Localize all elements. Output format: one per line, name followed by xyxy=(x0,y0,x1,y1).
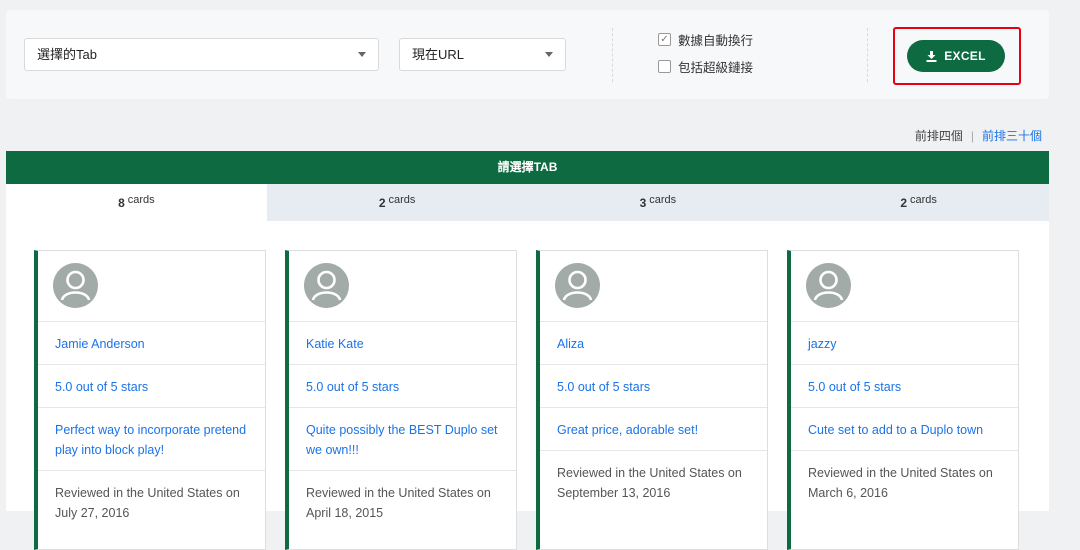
tab-2[interactable]: 2 cards xyxy=(267,184,528,221)
chevron-down-icon xyxy=(358,52,366,57)
card-grid: Jamie Anderson 5.0 out of 5 stars Perfec… xyxy=(6,221,1049,550)
first-four-link[interactable]: 前排四個 xyxy=(915,129,963,143)
excel-export-label: EXCEL xyxy=(944,49,986,63)
tab-select[interactable]: 選擇的Tab xyxy=(24,38,379,71)
tab-3[interactable]: 3 cards xyxy=(528,184,789,221)
avatar-row xyxy=(38,251,265,322)
review-card: Jamie Anderson 5.0 out of 5 stars Perfec… xyxy=(34,250,266,550)
tab-count: 8 xyxy=(118,196,125,210)
links-checkbox-row[interactable]: 包括超級鏈接 xyxy=(658,57,753,76)
avatar xyxy=(53,263,98,308)
user-icon xyxy=(60,270,91,301)
highlight-frame: EXCEL xyxy=(893,27,1021,85)
avatar xyxy=(806,263,851,308)
review-meta: Reviewed in the United States on Septemb… xyxy=(557,466,742,500)
reviewer-name[interactable]: Katie Kate xyxy=(289,322,516,365)
avatar xyxy=(304,263,349,308)
review-rating[interactable]: 5.0 out of 5 stars xyxy=(289,365,516,408)
tab-unit: cards xyxy=(388,194,416,206)
wrap-checkbox-row[interactable]: ✓ 數據自動換行 xyxy=(658,30,753,49)
avatar-row xyxy=(791,251,1018,322)
wrap-checkbox[interactable]: ✓ xyxy=(658,33,671,46)
url-select[interactable]: 現在URL xyxy=(399,38,566,71)
avatar xyxy=(555,263,600,308)
user-icon xyxy=(311,270,342,301)
excel-export-button[interactable]: EXCEL xyxy=(907,40,1005,72)
link-separator: | xyxy=(970,129,974,143)
review-rating[interactable]: 5.0 out of 5 stars xyxy=(540,365,767,408)
review-title[interactable]: Cute set to add to a Duplo town xyxy=(791,408,1018,451)
review-title[interactable]: Quite possibly the BEST Duplo set we own… xyxy=(289,408,516,471)
tab-1[interactable]: 8 cards xyxy=(6,184,267,221)
review-title[interactable]: Great price, adorable set! xyxy=(540,408,767,451)
tab-count: 2 xyxy=(378,196,386,210)
divider xyxy=(612,28,613,82)
review-meta: Reviewed in the United States on March 6… xyxy=(808,466,993,500)
tab-count: 2 xyxy=(900,196,908,210)
tab-bar: 8 cards 2 cards 3 cards 2 cards xyxy=(6,184,1049,221)
download-icon xyxy=(926,50,937,62)
chevron-down-icon xyxy=(545,52,553,57)
user-icon xyxy=(562,270,593,301)
review-meta: Reviewed in the United States on April 1… xyxy=(306,486,491,520)
tab-count: 3 xyxy=(639,196,647,210)
review-rating[interactable]: 5.0 out of 5 stars xyxy=(791,365,1018,408)
avatar-row xyxy=(540,251,767,322)
tab-band-title: 請選擇TAB xyxy=(6,151,1049,184)
reviewer-name[interactable]: jazzy xyxy=(791,322,1018,365)
review-title[interactable]: Perfect way to incorporate pretend play … xyxy=(38,408,265,471)
review-card: jazzy 5.0 out of 5 stars Cute set to add… xyxy=(787,250,1019,550)
first-thirty-link[interactable]: 前排三十個 xyxy=(982,129,1042,143)
tab-unit: cards xyxy=(910,194,937,206)
reviewer-name[interactable]: Jamie Anderson xyxy=(38,322,265,365)
reviewer-name[interactable]: Aliza xyxy=(540,322,767,365)
avatar-row xyxy=(289,251,516,322)
tab-unit: cards xyxy=(649,194,677,206)
tab-4[interactable]: 2 cards xyxy=(788,184,1049,221)
review-meta: Reviewed in the United States on July 27… xyxy=(55,486,240,520)
card-count-links: 前排四個 | 前排三十個 xyxy=(915,127,1042,144)
tab-unit: cards xyxy=(127,194,155,206)
divider xyxy=(867,28,868,82)
links-checkbox[interactable] xyxy=(658,60,671,73)
review-card: Katie Kate 5.0 out of 5 stars Quite poss… xyxy=(285,250,517,550)
tab-select-value: 選擇的Tab xyxy=(37,47,97,62)
toolbar: 選擇的Tab 現在URL ✓ 數據自動換行 包括超級鏈接 EXCEL xyxy=(6,10,1049,99)
wrap-checkbox-label: 數據自動換行 xyxy=(678,34,754,48)
review-card: Aliza 5.0 out of 5 stars Great price, ad… xyxy=(536,250,768,550)
url-select-value: 現在URL xyxy=(412,47,465,62)
links-checkbox-label: 包括超級鏈接 xyxy=(678,61,754,75)
user-icon xyxy=(813,270,844,301)
review-rating[interactable]: 5.0 out of 5 stars xyxy=(38,365,265,408)
